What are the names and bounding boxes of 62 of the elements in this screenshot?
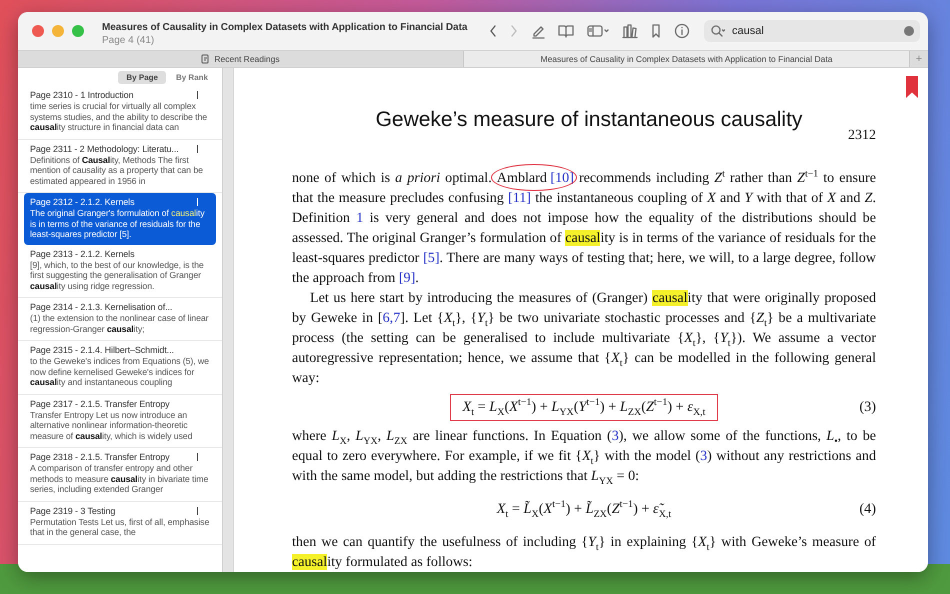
sort-option[interactable]: By Rank (168, 71, 216, 84)
search-result[interactable]: Page 2319 - 3 Testing Permutation Tests Let us, first of all, emphasise that in the general case, the (18, 502, 222, 544)
result-title: Page 2311 - 2 Methodology: Literatu... (30, 144, 179, 154)
citation-link[interactable]: 1 (356, 210, 364, 226)
result-snippet: to the Geweke's indices from Equations (5), we now define kernelised Geweke's indices for causality and instantaneous coupling (30, 356, 210, 388)
citation-link[interactable]: 3 (612, 428, 619, 444)
result-title: Page 2314 - 2.1.3. Kernelisation of... (30, 302, 172, 312)
result-title: Page 2318 - 2.1.5. Transfer Entropy (30, 452, 170, 462)
search-icon (710, 23, 726, 39)
library-icon[interactable] (622, 23, 638, 39)
citation-link[interactable]: 6,7 (382, 310, 400, 326)
search-field[interactable]: causal (704, 20, 920, 42)
equation: X$_{t}$ = L̃$_{X}$(X$^{t−1}$) + L̃$_{ZX}$(Z$^{t−1}$) + ε̃$_{X,t}$ (495, 498, 672, 522)
search-result[interactable]: Page 2315 - 2.1.4. Hilbert–Schmidt... to the Geweke's indices from Equations (5), we now define kernelised Geweke's indices for causality and instantaneous coupling (18, 341, 222, 394)
history-icon (201, 54, 210, 64)
window-title: Measures of Causality in Complex Datasets with Application to Financial Data (102, 22, 468, 32)
result-title: Page 2310 - 1 Introduction (30, 90, 134, 100)
citation-link[interactable]: 3 (700, 448, 708, 464)
result-snippet: The original Granger's formulation of causality is in terms of the variance of residuals for the least-squares predictor [5]. (30, 208, 206, 240)
close-icon[interactable] (32, 25, 44, 37)
search-result[interactable]: Page 2318 - 2.1.5. Transfer Entropy A comparison of transfer entropy and other methods to measure causality in bivariate time series, including extended Granger (18, 448, 222, 502)
search-result[interactable]: Page 2312 - 2.1.2. Kernels The original Granger's formulation of causality is in terms of the variance of residuals for the least-squares predictor [5]. (24, 193, 216, 244)
back-chevron-icon[interactable] (489, 23, 497, 39)
search-result[interactable]: Page 2310 - 1 Introduction time series is crucial for virtually all complex systems studies, and the ability to describe the causality structure in financial data can (18, 86, 222, 140)
info-icon[interactable] (674, 23, 690, 39)
result-snippet: Permutation Tests Let us, first of all, emphasise that in the general case, the (30, 516, 210, 538)
search-highlight: causal (652, 290, 688, 306)
result-snippet: A comparison of transfer entropy and other methods to measure causality in bivariate time series, including extended Granger (30, 463, 210, 494)
result-title: Page 2315 - 2.1.4. Hilbert–Schmidt... (30, 345, 174, 355)
result-title: Page 2317 - 2.1.5. Transfer Entropy (30, 398, 170, 408)
page-indicator: Page 4 (41) (102, 34, 156, 46)
citation-link[interactable]: [9] (398, 270, 416, 286)
citation-link[interactable]: [5] (423, 250, 440, 266)
body-paragraph: none of which is a priori optimal. Amblard [10] recommends including Z$^{t}$ rather than Z$^{t−1}$ to ensure that the measure precludes confusing [11] the instantaneous coupling of X and Y with that of X and Z. Definition 1 is very general and does not impose how the equality of the distributions should be assessed. The original Granger’s formulation of causality is in terms of the variance of residuals for the least-squares predictor [5]. There are many ways of testing that; here, we will, to a large degree, follow the approach from [9]. (292, 168, 876, 288)
result-snippet: Definitions of Causality, Methods The first mention of causality as a property that can be estimated appeared in 1956 in (30, 154, 204, 186)
result-title: Page 2312 - 2.1.2. Kernels (30, 197, 134, 207)
body-paragraph: then we can quantify the usefulness of including {Y$_{t}$} in explaining {X$_{t}$} with Geweke’s measure of causality formulated as follows: (292, 533, 876, 572)
bookmark-icon[interactable] (651, 23, 661, 39)
equation: X$_{t}$ = L$_{X}$(X$^{t−1}$) + L$_{YX}$(Y$^{t−1}$) + L$_{ZX}$(Z$^{t−1}$) + ε$_{X,t}$ (450, 394, 718, 420)
page-heading: Geweke’s measure of instantaneous causality (374, 108, 804, 132)
sort-option[interactable]: By Page (118, 71, 166, 84)
equation-number: (3) (859, 398, 876, 416)
result-snippet: (1) the extension to the nonlinear case of linear regression-Granger causality; (30, 313, 210, 334)
result-snippet: [9], which, to the best of our knowledge, is the first suggesting the generalisation of Granger causality using ridge regression. (30, 260, 205, 291)
search-highlight: causal (565, 230, 600, 246)
citation-link[interactable]: [10] (550, 170, 574, 186)
search-highlight: causal (292, 554, 328, 570)
result-snippet: Transfer Entropy Let us now introduce an alternative nonlinear information-theoretic measure of causality, which is widely used (30, 410, 194, 441)
book-icon[interactable] (558, 23, 574, 39)
body-paragraph: where L$_{X}$, L$_{YX}$, L$_{ZX}$ are linear functions. In Equation (3), we allow some of the functions, L$_{•}$, to be equal to zero everywhere. For example, if we fit {X$_{t}$} with the model (3) without any restrictions and with the same model, but adding the restrictions that L$_{YX}$ = 0: (292, 427, 876, 486)
citation-link[interactable]: [11] (508, 190, 531, 206)
search-result[interactable]: Page 2314 - 2.1.3. Kernelisation of... (1) the extension to the nonlinear case of linear regression-Granger causality; (18, 298, 222, 341)
bookmark-ribbon-icon[interactable] (906, 76, 918, 98)
page-number: 2312 (847, 128, 876, 144)
search-result[interactable]: Page 2313 - 2.1.2. Kernels [9], which, to the best of our knowledge, is the first suggesting the generalisation of Granger causality using ridge regression. (18, 244, 222, 298)
result-title: Page 2319 - 3 Testing (30, 506, 116, 516)
search-result[interactable]: Page 2317 - 2.1.5. Transfer Entropy Transfer Entropy Let us now introduce an alternative nonlinear information-theoretic measure of causality, which is widely used (18, 394, 222, 448)
sidebar-icon[interactable] (587, 23, 609, 39)
tab[interactable]: Recent Readings (18, 51, 464, 67)
equation-number: (4) (859, 500, 876, 518)
result-snippet: time series is crucial for virtually all complex systems studies, and the ability to describe the causality structure in financial data can (30, 101, 208, 132)
result-title: Page 2313 - 2.1.2. Kernels (30, 248, 134, 258)
